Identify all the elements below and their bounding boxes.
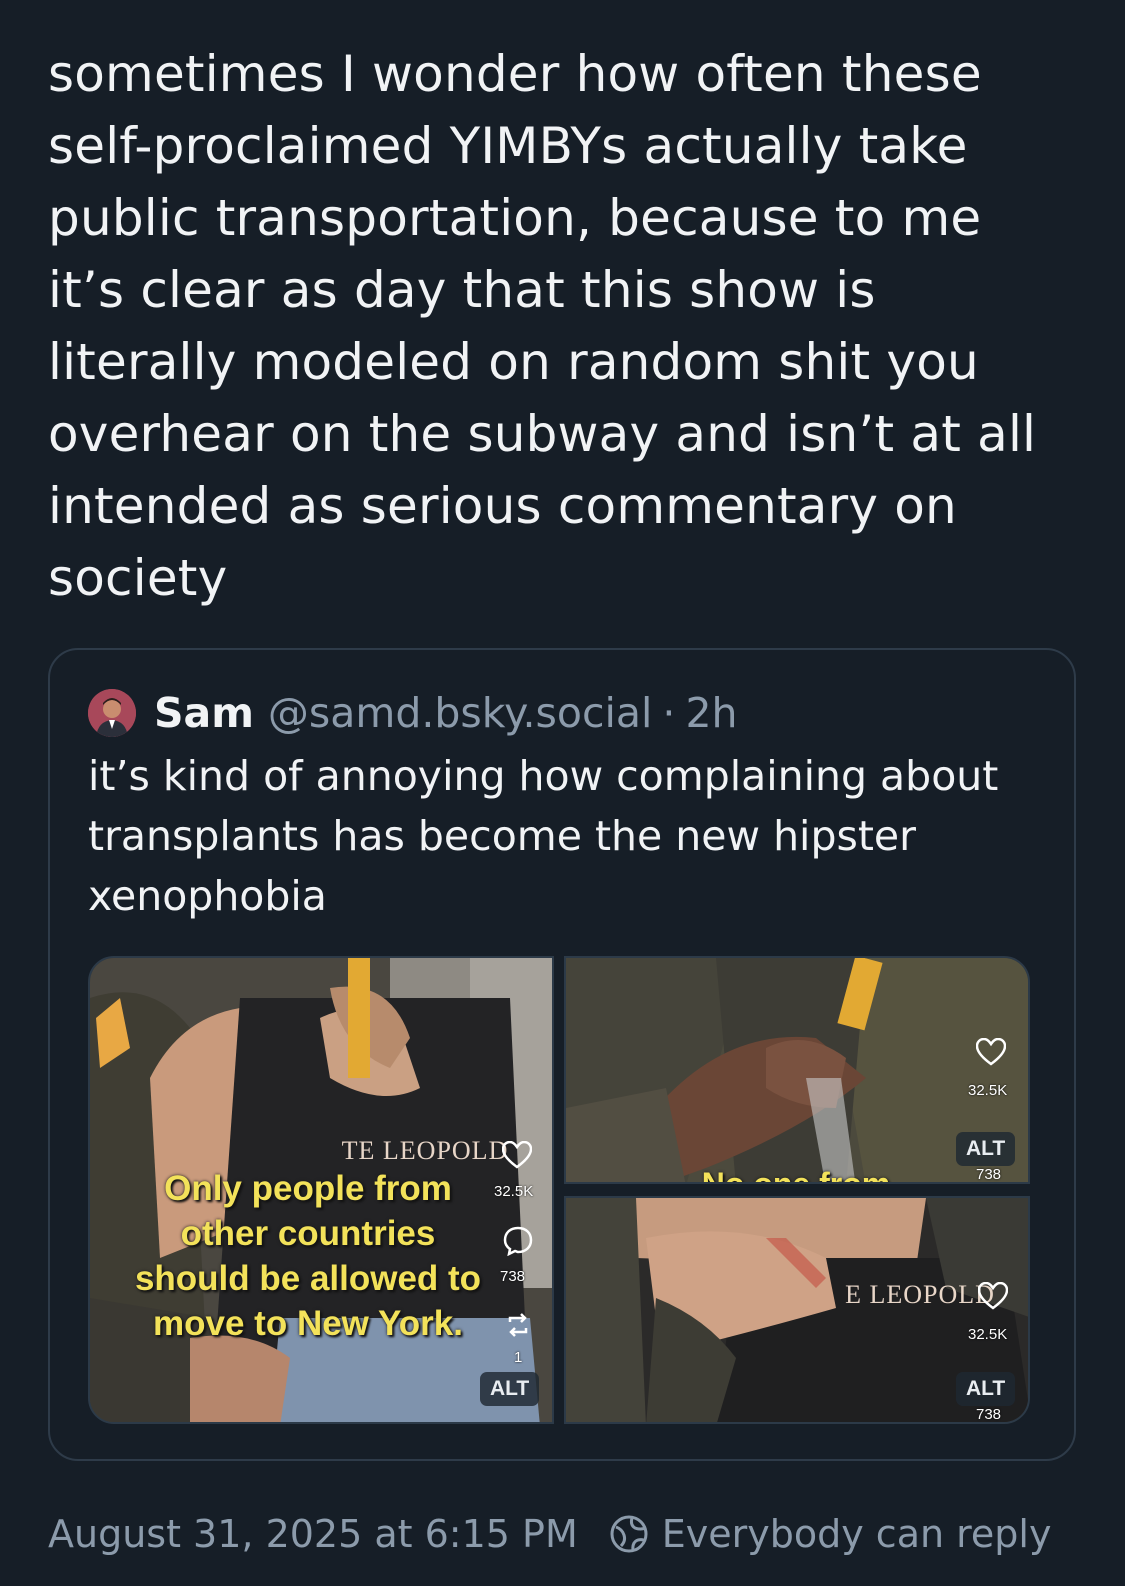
video-caption: Only people from other countries should …: [134, 1169, 482, 1343]
video-caption: No one from: [701, 1166, 891, 1184]
post-timestamp: August 31, 2025 at 6:15 PM: [48, 1512, 578, 1556]
globe-icon[interactable]: [608, 1513, 650, 1555]
heart-icon[interactable]: [976, 1038, 1006, 1066]
comment-count: 738: [976, 1406, 1002, 1423]
alt-badge[interactable]: ALT: [480, 1372, 540, 1406]
heart-icon[interactable]: [502, 1141, 532, 1169]
avatar[interactable]: [88, 689, 136, 737]
quote-text: it’s kind of annoying how complaining ab…: [88, 752, 999, 920]
comment-count: 738: [976, 1166, 1002, 1183]
alt-badge[interactable]: ALT: [956, 1132, 1016, 1166]
quote-post-card[interactable]: Sam @samd.bsky.social · 2h it’s kind of …: [48, 648, 1076, 1461]
comment-count: 738: [500, 1268, 526, 1285]
separator-dot: ·: [662, 689, 676, 737]
quote-author-handle[interactable]: @samd.bsky.social: [268, 689, 653, 737]
post-footer: August 31, 2025 at 6:15 PM Everybody can…: [48, 1506, 1051, 1562]
media-image-2[interactable]: No one from 32.5K ALT 738: [564, 956, 1030, 1184]
shirt-logo: TE LEOPOLD: [341, 1136, 509, 1165]
post-text: sometimes I wonder how often these self-…: [48, 45, 1037, 607]
like-count: 32.5K: [494, 1183, 534, 1200]
heart-icon[interactable]: [978, 1282, 1008, 1310]
post-view: sometimes I wonder how often these self-…: [0, 0, 1125, 1586]
repost-count: 1: [514, 1349, 523, 1366]
media-image-3[interactable]: E LEOPOLD 32.5K ALT 738: [564, 1196, 1030, 1424]
quote-header: Sam @samd.bsky.social · 2h: [88, 686, 738, 740]
reply-setting[interactable]: Everybody can reply: [662, 1512, 1052, 1556]
like-count: 32.5K: [968, 1326, 1008, 1343]
quote-author-name[interactable]: Sam: [154, 689, 254, 737]
comment-icon[interactable]: [503, 1226, 533, 1256]
media-image-1[interactable]: Only people from other countries should …: [88, 956, 554, 1424]
repost-icon[interactable]: [503, 1310, 533, 1340]
like-count: 32.5K: [968, 1082, 1008, 1099]
alt-badge[interactable]: ALT: [956, 1372, 1016, 1406]
quote-timestamp[interactable]: 2h: [685, 689, 737, 737]
